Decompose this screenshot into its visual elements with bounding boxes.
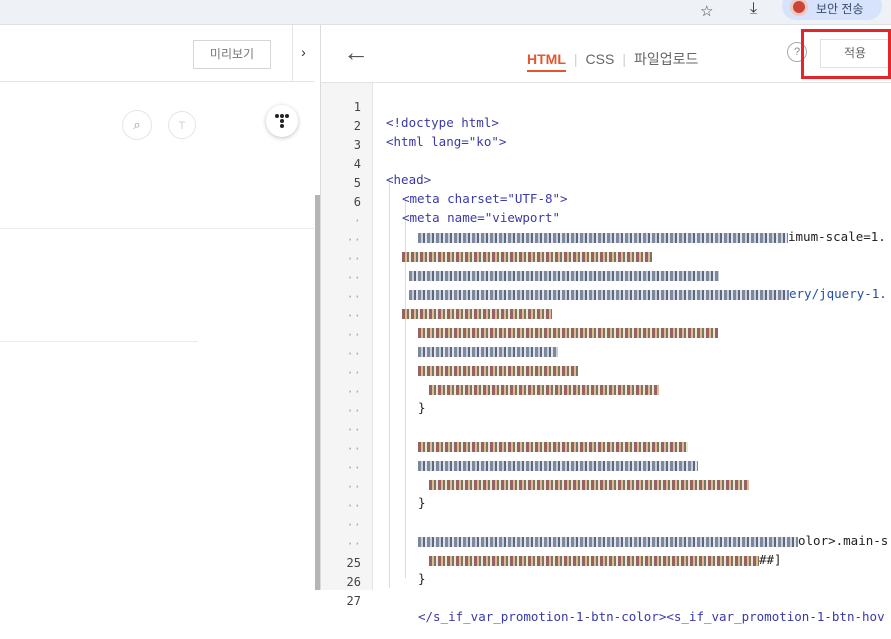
code-line: ··: [321, 332, 891, 376]
code-line: ··: [321, 294, 891, 338]
bookmark-star-icon[interactable]: ☆: [700, 2, 713, 20]
code-line: 26: [346, 575, 361, 589]
editor-header: ← HTML | CSS | 파일업로드 ? 적용: [321, 25, 891, 83]
search-icon[interactable]: ⌕: [122, 110, 152, 140]
code-line: 25 }: [346, 556, 426, 586]
code-editor-panel: ← HTML | CSS | 파일업로드 ? 적용 1 <!doctype ht…: [320, 25, 891, 624]
code-line: 27 </s_if_var_promotion-1-btn-color><s_i…: [346, 594, 885, 624]
code-line: ··: [321, 275, 891, 319]
tab-separator: |: [622, 51, 626, 67]
code-line: ·· }: [346, 480, 426, 510]
code-line: ··: [321, 313, 891, 357]
left-panel-header: 미리보기 ›: [0, 25, 314, 82]
divider: [0, 228, 314, 229]
collapse-panel-icon[interactable]: ›: [292, 25, 314, 82]
preview-button[interactable]: 미리보기: [193, 40, 271, 69]
code-line: 2 <html lang="ko">: [353, 119, 507, 149]
code-line: ··: [321, 427, 891, 471]
profile-button[interactable]: 보안 전송: [782, 0, 882, 20]
code-line: · imum-scale=1.: [353, 214, 886, 244]
code-line: ··: [346, 499, 361, 513]
code-line: ·· ery/jquery-1.: [346, 271, 887, 301]
code-line: ·· ##]: [346, 537, 782, 567]
tab-html[interactable]: HTML: [527, 51, 566, 72]
left-panel: 미리보기 › ⌕ T: [0, 25, 314, 590]
code-line: ·· }: [346, 385, 426, 415]
profile-label: 보안 전송: [816, 2, 864, 16]
dots-menu-icon[interactable]: [266, 105, 298, 137]
browser-toolbar: ☆ ⤓ 보안 전송: [0, 0, 891, 25]
code-line: ··: [321, 351, 891, 395]
code-line: ··: [321, 218, 891, 262]
back-arrow-icon[interactable]: ←: [343, 37, 369, 68]
highlight-annotation: [801, 29, 891, 79]
code-line: ··: [321, 237, 891, 281]
code-line: ··: [346, 404, 361, 418]
divider: [0, 341, 198, 342]
tab-css[interactable]: CSS: [586, 51, 615, 67]
code-area[interactable]: 1 <!doctype html> 2 <html lang="ko"> 3 4…: [321, 83, 891, 624]
code-line: 6 <meta name="viewport": [353, 195, 561, 225]
code-line: 3: [353, 138, 361, 152]
code-line: ··: [321, 446, 891, 490]
text-icon[interactable]: T: [168, 111, 196, 139]
editor-tabs: HTML | CSS | 파일업로드: [527, 46, 698, 72]
code-line: 5 <meta charset="UTF-8">: [353, 176, 568, 206]
code-line: 1 <!doctype html>: [353, 100, 499, 130]
tab-file-upload[interactable]: 파일업로드: [634, 49, 698, 69]
download-icon[interactable]: ⤓: [750, 0, 757, 18]
tab-separator: |: [573, 51, 578, 67]
code-line: ··: [321, 408, 891, 452]
code-line: ·· olor>.main-s: [346, 518, 889, 548]
code-line: 4 <head>: [353, 157, 432, 187]
profile-avatar-icon: [790, 0, 808, 16]
